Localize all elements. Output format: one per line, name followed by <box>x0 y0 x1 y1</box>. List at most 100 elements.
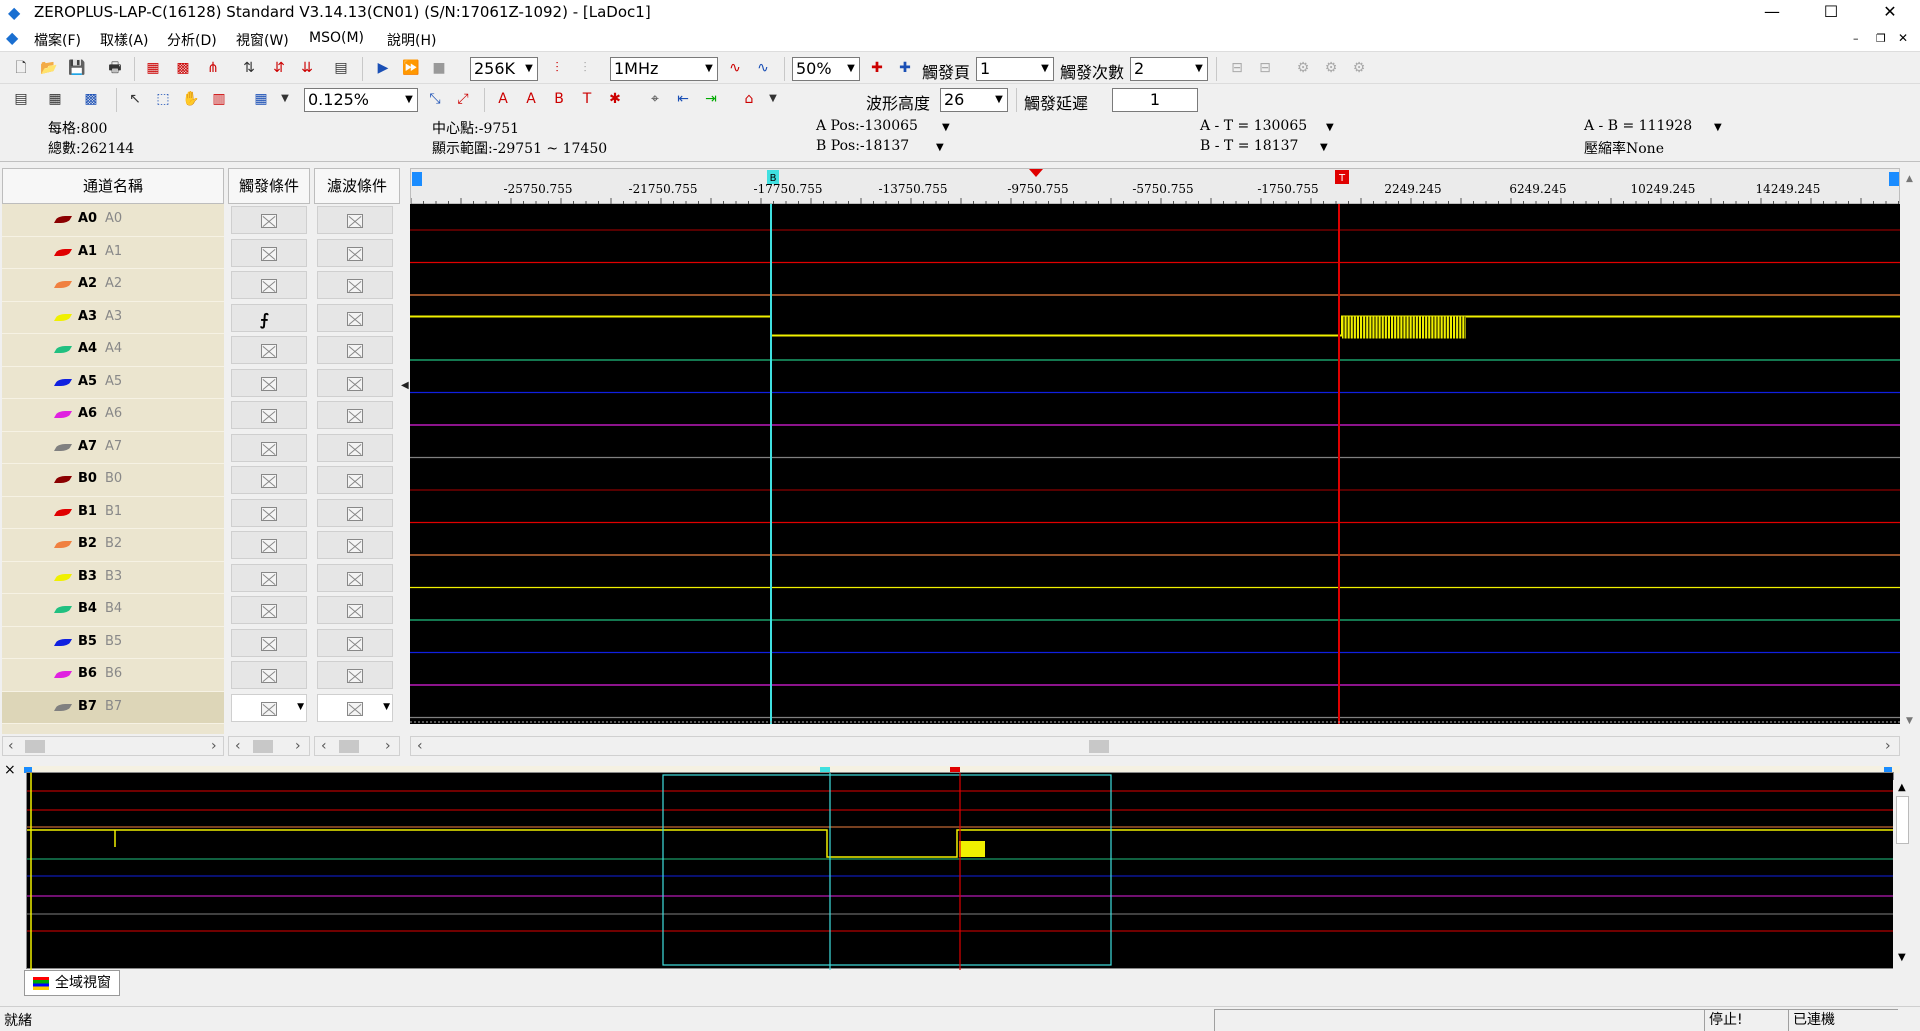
zoom-in-trigger-icon[interactable]: ✚ <box>866 57 888 79</box>
filter-condition-cell[interactable] <box>317 303 393 332</box>
trigger-page-select[interactable]: 1 ▼ <box>976 57 1054 81</box>
run-icon[interactable]: ▶ <box>372 57 394 79</box>
trigger-condition-cell[interactable] <box>231 238 307 267</box>
time-ruler[interactable]: -25750.755 -21750.755 -17750.755 -13750.755… <box>410 168 1900 205</box>
print-icon[interactable]: 🖶 <box>104 57 126 79</box>
pointer-icon[interactable]: ↖ <box>124 88 146 110</box>
trigger-condition-cell[interactable] <box>231 336 307 364</box>
overview-close-button[interactable]: × <box>4 762 16 778</box>
channel-row[interactable]: A7 A7 <box>2 432 224 464</box>
trigger-edge-icon[interactable]: ⇵ <box>268 57 290 79</box>
channel-row[interactable]: A3 A3 <box>2 302 224 334</box>
bar-a-icon[interactable]: A <box>492 88 514 110</box>
channel-row[interactable]: A2 A2 <box>2 269 224 302</box>
menu-analyze[interactable]: 分析(D) <box>167 30 217 50</box>
trigger-condition-cell[interactable] <box>231 531 307 559</box>
filter-condition-header[interactable]: 濾波條件 <box>314 168 400 204</box>
channel-row[interactable]: A0 A0 <box>2 204 224 237</box>
overview-window[interactable] <box>26 772 1895 970</box>
overview-tab[interactable]: 全域視窗 <box>24 970 120 996</box>
state-view-icon[interactable]: ▦ <box>44 88 66 110</box>
waveform-hscrollbar[interactable]: ‹ › <box>410 736 1900 756</box>
a-t-dropdown-icon[interactable]: ▼ <box>1326 122 1334 133</box>
scroll-thumb[interactable] <box>1896 796 1909 844</box>
zoom-select[interactable]: 0.125% ▼ <box>304 88 418 112</box>
goto-start-icon[interactable]: ⇤ <box>672 88 694 110</box>
scroll-right-icon[interactable]: › <box>385 737 391 755</box>
bar-t-icon[interactable]: T <box>576 88 598 110</box>
trigger-condition-cell[interactable] <box>231 466 307 494</box>
chevron-down-icon[interactable]: ▼ <box>274 88 296 110</box>
filter-condition-cell[interactable] <box>317 336 393 364</box>
filter-hscrollbar[interactable]: ‹ › <box>314 736 400 756</box>
trigger-hscrollbar[interactable]: ‹ › <box>228 736 310 756</box>
search-prev-icon[interactable]: ⚙ <box>1292 57 1314 79</box>
home-icon[interactable]: ⌂ <box>738 88 760 110</box>
b-t-dropdown-icon[interactable]: ▼ <box>1320 142 1328 153</box>
run-continuous-icon[interactable]: ⏩ <box>400 57 422 79</box>
bar-c-icon[interactable]: B <box>548 88 570 110</box>
trigger-count-select[interactable]: 2 ▼ <box>1130 57 1208 81</box>
chevron-down-icon[interactable]: ▼ <box>383 702 390 712</box>
overview-vertical-scrollbar[interactable]: ▲ ▼ <box>1893 780 1913 970</box>
trigger-condition-cell[interactable] <box>231 596 307 624</box>
menu-help[interactable]: 說明(H) <box>387 30 436 50</box>
close-button[interactable]: ✕ <box>1861 0 1919 26</box>
clock-wave-red-icon[interactable]: ∿ <box>724 57 746 79</box>
new-file-icon[interactable]: 🗋 <box>10 57 32 79</box>
scroll-left-icon[interactable]: ‹ <box>321 737 327 755</box>
trigger-condition-cell[interactable] <box>231 206 307 234</box>
search-next-icon[interactable]: ⚙ <box>1348 57 1370 79</box>
scroll-thumb[interactable] <box>339 740 359 753</box>
chevron-down-icon[interactable]: ▼ <box>762 88 784 110</box>
trigger-condition-cell[interactable] <box>231 661 307 689</box>
minimize-button[interactable]: — <box>1743 0 1801 26</box>
expand-icon[interactable]: ⫶ <box>574 57 596 79</box>
a-pos-dropdown-icon[interactable]: ▼ <box>942 122 950 133</box>
filter-condition-cell[interactable] <box>317 433 393 462</box>
search-icon[interactable]: ⚙ <box>1320 57 1342 79</box>
channel-row[interactable]: B4 B4 <box>2 594 224 627</box>
trigger-position-select[interactable]: 50% ▼ <box>792 57 860 81</box>
scroll-left-icon[interactable]: ‹ <box>235 737 241 755</box>
channel-row[interactable]: B0 B0 <box>2 464 224 497</box>
channel-row[interactable]: B5 B5 <box>2 627 224 659</box>
select-area-icon[interactable]: ⬚ <box>152 88 174 110</box>
channel-row[interactable]: B6 B6 <box>2 659 224 692</box>
filter-condition-cell[interactable] <box>317 368 393 397</box>
scroll-thumb[interactable] <box>253 740 273 753</box>
scroll-down-icon[interactable]: ▼ <box>1906 716 1913 726</box>
scroll-left-icon[interactable]: ‹ <box>8 737 14 755</box>
trigger-condition-cell[interactable]: ▼ <box>231 693 307 722</box>
channel-row[interactable]: A4 A4 <box>2 334 224 367</box>
scroll-up-icon[interactable]: ▲ <box>1906 174 1913 184</box>
mdi-restore-icon[interactable]: ❐ <box>1876 32 1886 45</box>
bus-setting-icon[interactable]: ⋔ <box>202 57 224 79</box>
filter-condition-cell[interactable] <box>317 238 393 267</box>
trigger-condition-cell[interactable] <box>231 368 307 397</box>
filter-icon[interactable]: ⇅ <box>238 57 260 79</box>
hand-icon[interactable]: ✋ <box>180 88 202 110</box>
channel-row[interactable]: B2 B2 <box>2 529 224 562</box>
waveform-view-icon[interactable]: ▤ <box>10 88 32 110</box>
memory-depth-select[interactable]: 256K ▼ <box>470 57 538 81</box>
scroll-down-icon[interactable]: ▼ <box>1898 952 1906 963</box>
sample-rate-select[interactable]: 1MHz ▼ <box>610 57 718 81</box>
channel-row[interactable]: A1 A1 <box>2 237 224 269</box>
capture-setting-icon[interactable]: ▦ <box>142 57 164 79</box>
scroll-thumb[interactable] <box>25 740 45 753</box>
channel-row[interactable]: A6 A6 <box>2 399 224 432</box>
measure-icon[interactable]: ▥ <box>208 88 230 110</box>
trigger-delay-input[interactable]: 1 <box>1112 88 1198 112</box>
scroll-right-icon[interactable]: › <box>295 737 301 755</box>
b-pos-dropdown-icon[interactable]: ▼ <box>936 142 944 153</box>
filter-condition-cell[interactable] <box>317 466 393 494</box>
page-prev-icon[interactable]: ⊟ <box>1226 57 1248 79</box>
menu-acquire[interactable]: 取樣(A) <box>100 30 149 50</box>
menu-file[interactable]: 檔案(F) <box>34 30 81 50</box>
page-next-icon[interactable]: ⊟ <box>1254 57 1276 79</box>
clock-wave-blue-icon[interactable]: ∿ <box>752 57 774 79</box>
trigger-condition-cell[interactable]: ⨍ <box>231 303 307 332</box>
filter-condition-cell[interactable] <box>317 401 393 429</box>
scroll-left-icon[interactable]: ‹ <box>417 737 423 755</box>
